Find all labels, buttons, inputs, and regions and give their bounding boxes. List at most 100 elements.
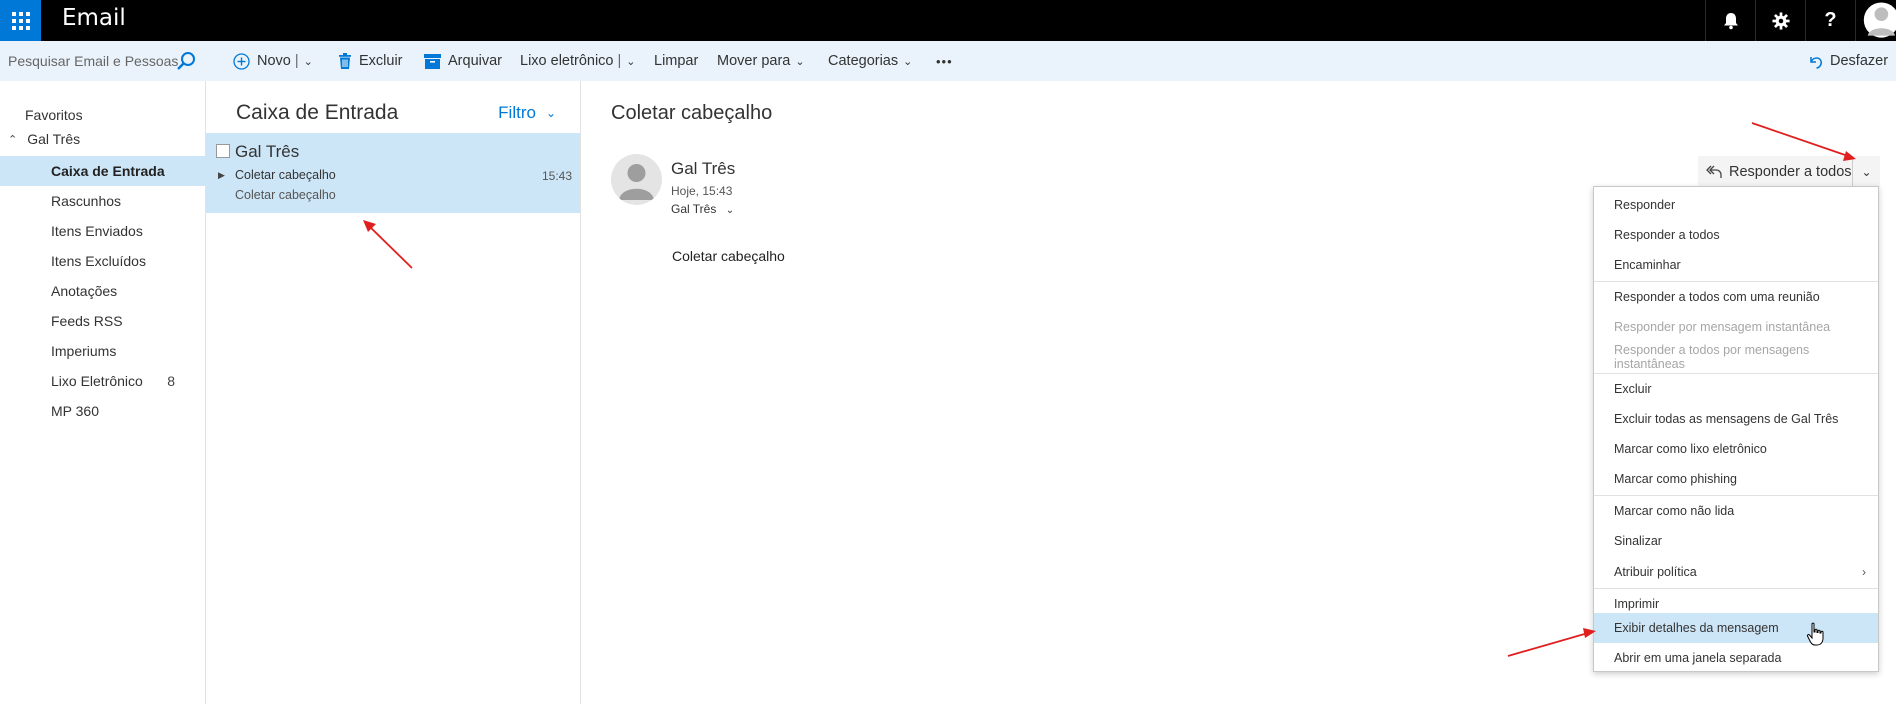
reply-options-dropdown[interactable]: ⌄ <box>1852 156 1880 188</box>
reply-all-main[interactable]: Responder a todos <box>1698 156 1852 188</box>
menu-item-label: Excluir todas as mensagens de Gal Três <box>1614 412 1839 426</box>
recipient-name: Gal Três <box>671 202 717 216</box>
folder-rss[interactable]: Feeds RSS <box>0 306 205 336</box>
undo-label: Desfazer <box>1830 53 1889 69</box>
archive-label: Arquivar <box>448 53 502 69</box>
menu-item-open-separate-window[interactable]: Abrir em uma janela separada <box>1594 643 1878 673</box>
notifications-button[interactable] <box>1705 0 1755 41</box>
menu-item-delete[interactable]: Excluir <box>1594 374 1878 404</box>
folder-junk[interactable]: Lixo Eletrônico 8 <box>0 366 205 396</box>
delete-label: Excluir <box>359 53 403 69</box>
gear-icon <box>1771 11 1790 30</box>
folder-mp360[interactable]: MP 360 <box>0 396 205 426</box>
chevron-down-icon: ⌄ <box>545 106 556 120</box>
categories-button[interactable]: Categorias ⌄ <box>828 41 912 81</box>
move-to-label: Mover para <box>717 53 791 69</box>
menu-item-assign-policy[interactable]: Atribuir política › <box>1594 557 1878 587</box>
new-button[interactable]: Novo | ⌄ <box>233 41 313 81</box>
account-name: Gal Três <box>27 131 81 147</box>
menu-item-label: Sinalizar <box>1614 534 1662 548</box>
sender-name[interactable]: Gal Três <box>671 159 735 179</box>
folder-label: Itens Enviados <box>51 223 143 239</box>
folder-imperiums[interactable]: Imperiums <box>0 336 205 366</box>
junk-button[interactable]: Lixo eletrônico | ⌄ <box>520 41 636 81</box>
folder-label: Caixa de Entrada <box>51 163 165 179</box>
folder-sent[interactable]: Itens Enviados <box>0 216 205 246</box>
folder-notes[interactable]: Anotações <box>0 276 205 306</box>
message-date: Hoje, 15:43 <box>671 184 733 198</box>
message-list: Caixa de Entrada Filtro ⌄ Gal Três ▶ Col… <box>206 81 581 704</box>
menu-item-delete-all-from-sender[interactable]: Excluir todas as mensagens de Gal Três <box>1594 404 1878 434</box>
folder-drafts[interactable]: Rascunhos <box>0 186 205 216</box>
sweep-label: Limpar <box>654 53 699 69</box>
folder-inbox[interactable]: Caixa de Entrada <box>0 156 205 186</box>
user-avatar <box>1863 2 1896 38</box>
message-subject-heading: Coletar cabeçalho <box>611 102 773 124</box>
chevron-down-icon: ⌄ <box>795 55 805 68</box>
folder-pane: Favoritos ⌃ Gal Três Caixa de Entrada Ra… <box>0 81 206 704</box>
message-item[interactable]: Gal Três ▶ Coletar cabeçalho 15:43 Colet… <box>206 133 580 213</box>
top-bar: Email ? <box>0 0 1896 41</box>
folder-deleted[interactable]: Itens Excluídos <box>0 246 205 276</box>
more-commands-button[interactable]: ••• <box>936 41 953 81</box>
sweep-button[interactable]: Limpar <box>654 41 698 81</box>
archive-button[interactable]: Arquivar <box>424 41 502 81</box>
message-time: 15:43 <box>541 169 572 183</box>
menu-item-mark-unread[interactable]: Marcar como não lida <box>1594 496 1878 526</box>
menu-item-label: Encaminhar <box>1614 258 1681 272</box>
reply-options-menu: Responder Responder a todos Encaminhar R… <box>1593 186 1879 672</box>
reply-all-button[interactable]: Responder a todos ⌄ <box>1698 156 1880 188</box>
person-icon <box>619 164 654 200</box>
command-bar: Novo | ⌄ Excluir Arquivar Lixo eletrônic… <box>0 41 1896 81</box>
menu-item-forward[interactable]: Encaminhar <box>1594 250 1878 280</box>
chevron-down-icon: ⌄ <box>903 55 913 68</box>
help-button[interactable]: ? <box>1805 0 1855 41</box>
sender-avatar[interactable] <box>611 154 662 205</box>
undo-button[interactable]: Desfazer <box>1808 41 1888 81</box>
folder-label: Lixo Eletrônico <box>51 373 143 389</box>
app-title[interactable]: Email <box>62 5 126 31</box>
message-checkbox[interactable] <box>216 144 230 158</box>
menu-item-reply[interactable]: Responder <box>1594 190 1878 220</box>
folder-label: Imperiums <box>51 343 117 359</box>
menu-item-label: Responder a todos por mensagens instantâ… <box>1614 343 1810 371</box>
delete-button[interactable]: Excluir <box>338 41 403 81</box>
app-launcher-button[interactable] <box>0 0 41 41</box>
message-list-title: Caixa de Entrada <box>236 101 399 124</box>
folder-label: Rascunhos <box>51 193 122 209</box>
help-icon: ? <box>1824 9 1837 31</box>
menu-item-reply-all-meeting[interactable]: Responder a todos com uma reunião <box>1594 282 1878 312</box>
search-box <box>0 41 205 81</box>
chevron-down-icon[interactable]: ⌄ <box>626 55 635 68</box>
account-header[interactable]: ⌃ Gal Três <box>8 131 80 147</box>
search-icon[interactable] <box>176 51 196 71</box>
menu-item-label: Atribuir política <box>1614 565 1697 579</box>
menu-item-flag[interactable]: Sinalizar <box>1594 526 1878 556</box>
recipients[interactable]: Gal Três ⌄ <box>671 202 734 216</box>
menu-item-label: Responder <box>1614 198 1676 212</box>
account-button[interactable] <box>1855 0 1896 41</box>
hand-cursor-icon <box>1806 622 1824 646</box>
unread-count: 8 <box>167 373 175 389</box>
filter-button[interactable]: Filtro ⌄ <box>498 103 556 123</box>
menu-item-label: Exibir detalhes da mensagem <box>1614 621 1779 635</box>
message-body: Coletar cabeçalho <box>672 248 785 264</box>
chevron-right-icon: › <box>1862 565 1866 579</box>
chevron-up-icon: ⌃ <box>8 133 18 146</box>
move-to-button[interactable]: Mover para ⌄ <box>717 41 805 81</box>
menu-item-view-message-details[interactable]: Exibir detalhes da mensagem <box>1594 613 1878 643</box>
trash-icon <box>339 53 351 69</box>
menu-item-reply-all[interactable]: Responder a todos <box>1594 220 1878 250</box>
expand-conversation-icon[interactable]: ▶ <box>218 170 225 181</box>
menu-item-mark-junk[interactable]: Marcar como lixo eletrônico <box>1594 434 1878 464</box>
search-input[interactable] <box>8 53 178 69</box>
settings-button[interactable] <box>1755 0 1805 41</box>
reply-all-icon <box>1706 165 1722 178</box>
folder-label: Feeds RSS <box>51 313 123 329</box>
chevron-down-icon[interactable]: ⌄ <box>304 55 313 68</box>
menu-item-mark-phishing[interactable]: Marcar como phishing <box>1594 464 1878 494</box>
favorites-header[interactable]: Favoritos <box>25 107 83 123</box>
menu-item-label: Responder por mensagem instantânea <box>1614 320 1831 334</box>
message-sender: Gal Três <box>235 142 300 161</box>
message-preview: Coletar cabeçalho <box>235 188 336 202</box>
